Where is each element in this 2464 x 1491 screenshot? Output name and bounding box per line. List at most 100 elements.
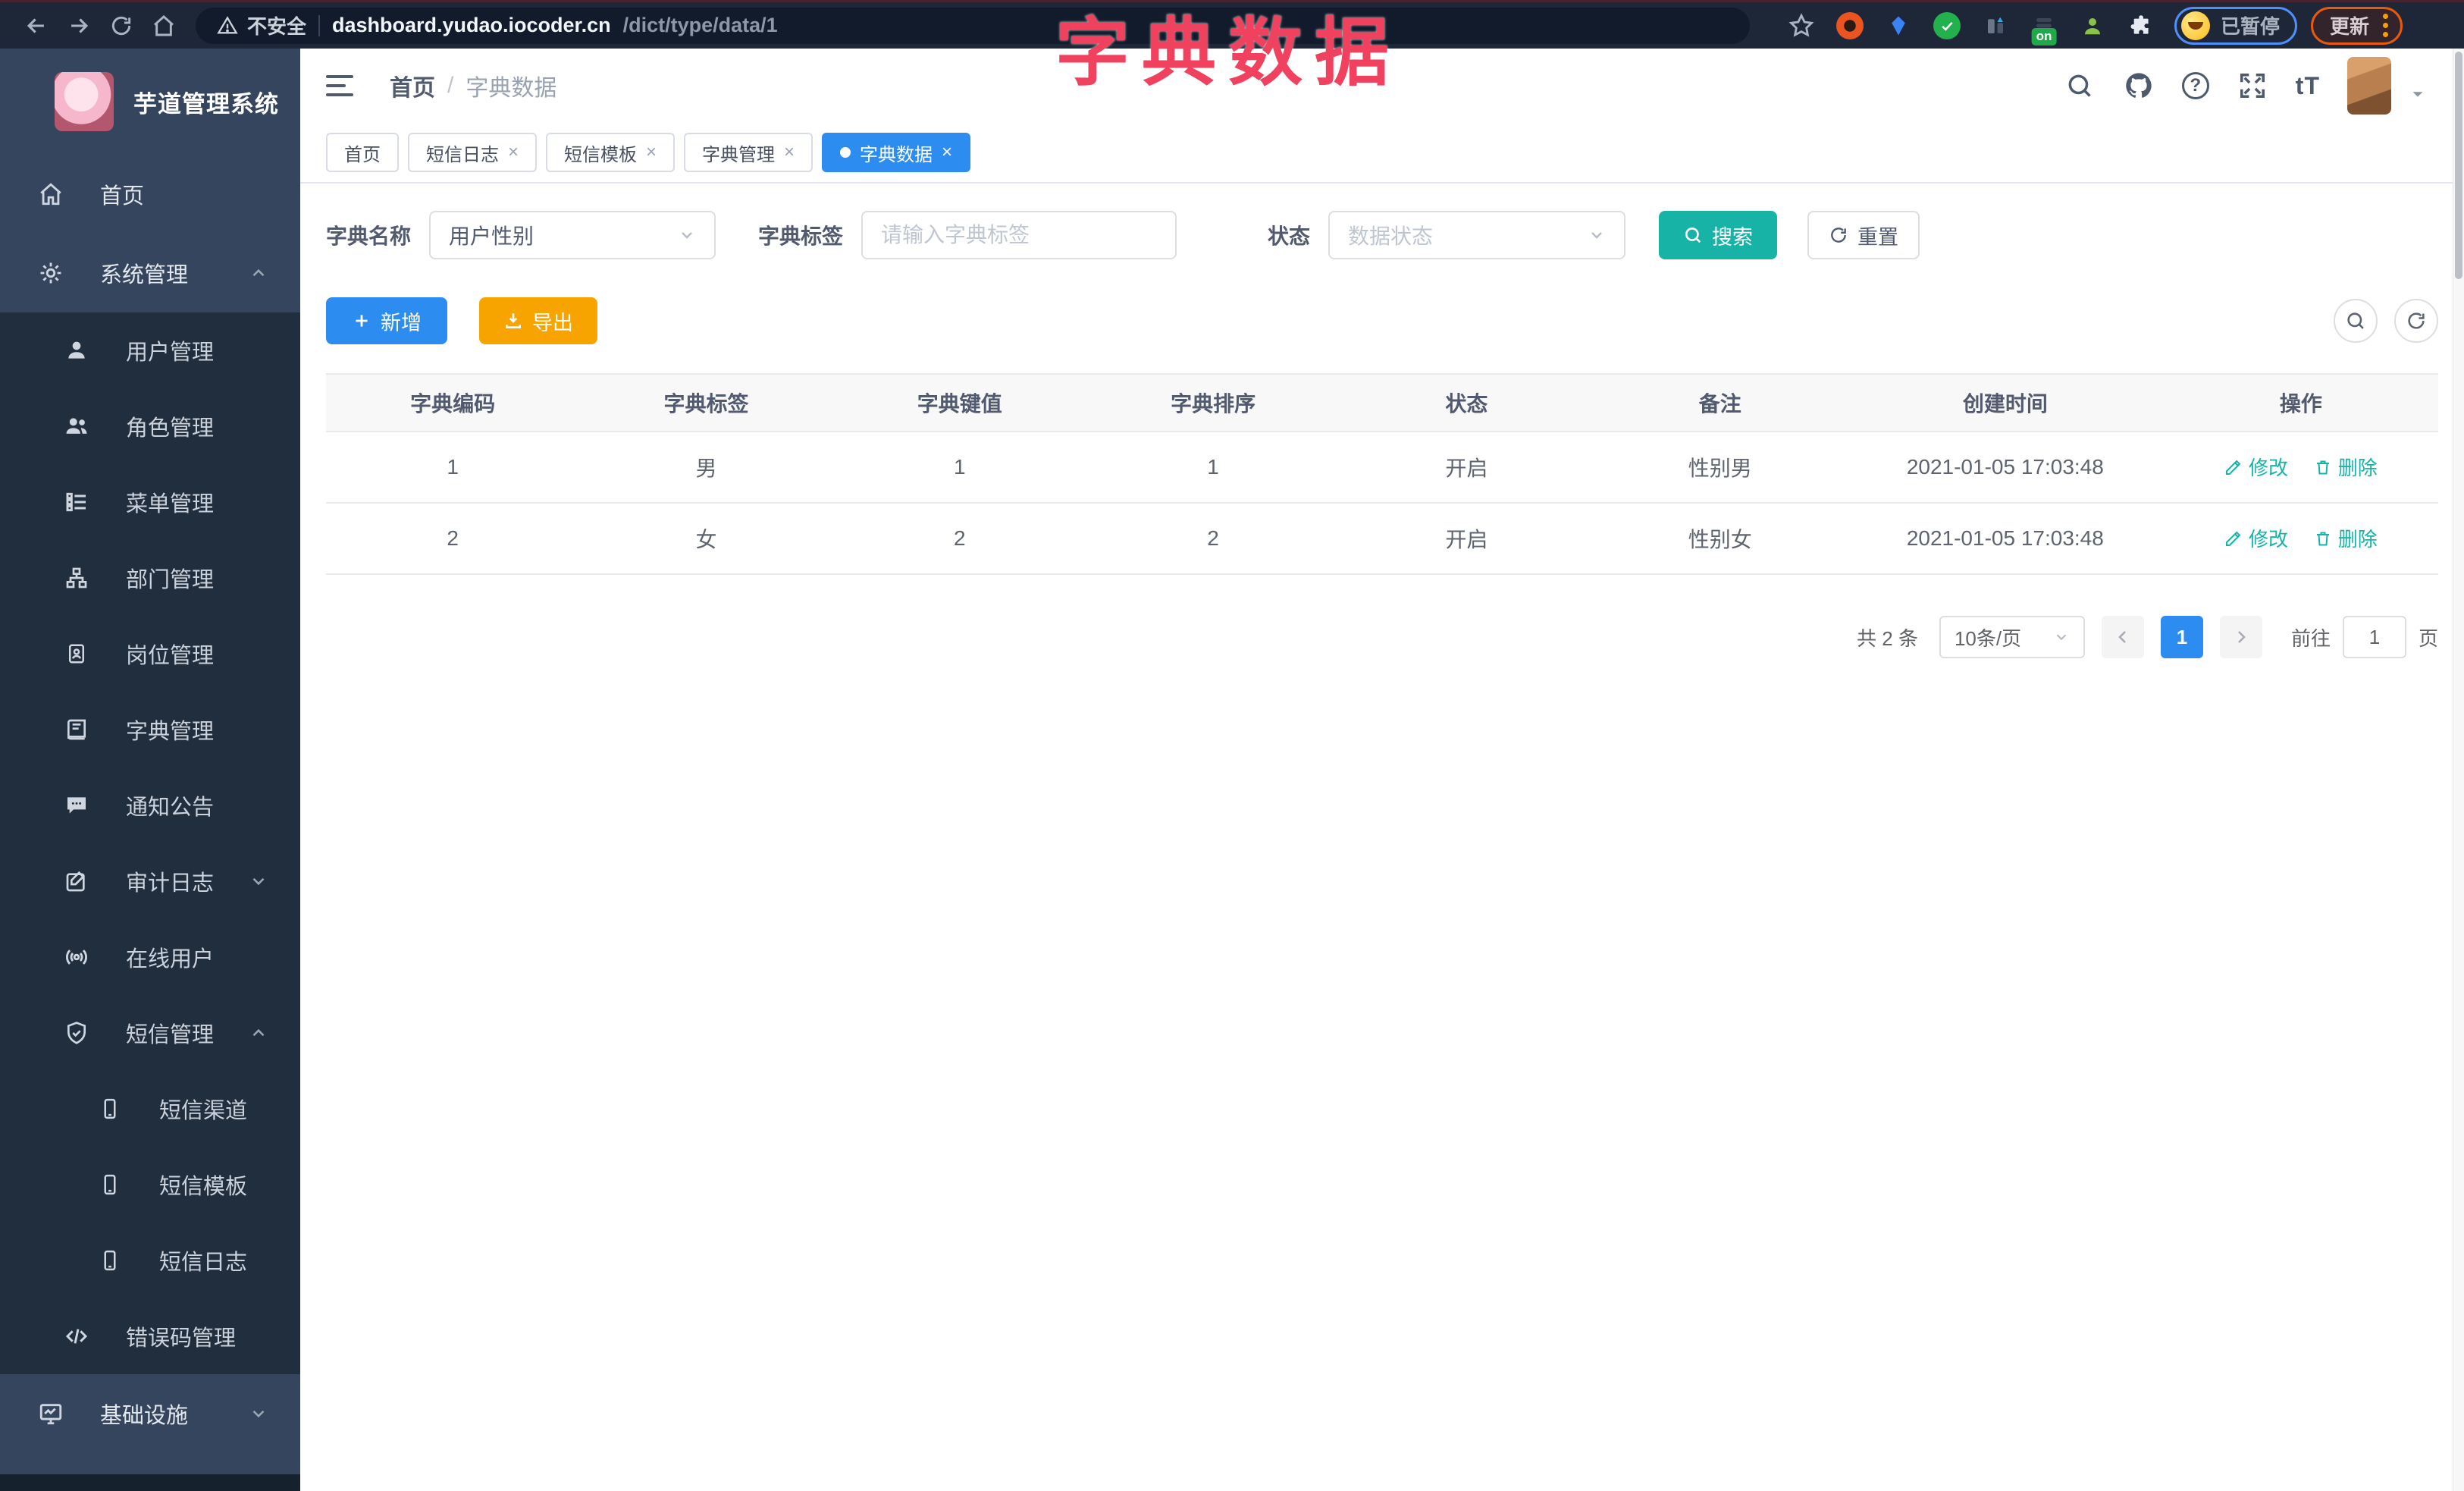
sidebar-item-home[interactable]: 首页	[0, 155, 300, 234]
close-icon[interactable]: ×	[784, 142, 795, 163]
goto-page-input[interactable]	[2342, 616, 2406, 658]
sidebar-item-notice[interactable]: 通知公告	[0, 767, 300, 843]
phone-icon	[96, 1246, 124, 1275]
sidebar-item-post-management[interactable]: 岗位管理	[0, 616, 300, 692]
col-actions: 操作	[2163, 373, 2438, 432]
sidebar-item-audit-log[interactable]: 审计日志	[0, 843, 300, 919]
scrollbar-thumb[interactable]	[2455, 52, 2462, 279]
breadcrumb-home[interactable]: 首页	[390, 69, 435, 102]
page-scrollbar[interactable]	[2453, 49, 2464, 1491]
chevron-down-icon	[249, 871, 268, 891]
refresh-icon[interactable]	[2394, 299, 2438, 343]
address-bar[interactable]: 不安全 dashboard.yudao.iocoder.cn/dict/type…	[196, 7, 1750, 44]
chevron-down-icon	[1588, 226, 1606, 244]
gear-icon	[36, 259, 65, 287]
sidebar-item-menu-management[interactable]: 菜单管理	[0, 464, 300, 540]
dict-label-input[interactable]	[881, 223, 1158, 247]
search-icon[interactable]	[2064, 70, 2096, 102]
browser-menu-dots-icon[interactable]	[2383, 14, 2389, 37]
toggle-search-icon[interactable]	[2334, 299, 2378, 343]
add-button[interactable]: 新增	[326, 297, 447, 344]
status-select[interactable]: 数据状态	[1328, 211, 1626, 259]
current-page[interactable]: 1	[2160, 616, 2203, 658]
menu-list-icon	[62, 488, 91, 516]
app-logo-row[interactable]: 芋道管理系统	[0, 49, 300, 155]
breadcrumb-current: 字典数据	[466, 76, 557, 101]
browser-profile-chip[interactable]: 已暂停	[2174, 6, 2298, 45]
dict-label-label: 字典标签	[758, 224, 844, 248]
tab-dict-data[interactable]: 字典数据 ×	[822, 133, 971, 172]
puzzle-extensions-icon[interactable]	[2124, 9, 2158, 42]
message-icon	[62, 791, 91, 820]
app-title: 芋道管理系统	[133, 90, 279, 118]
search-button[interactable]: 搜索	[1659, 211, 1778, 259]
sidebar-filler	[0, 1453, 300, 1474]
sidebar-item-system-management[interactable]: 系统管理	[0, 234, 300, 312]
delete-link[interactable]: 删除	[2314, 524, 2378, 552]
chevron-down-icon	[2053, 629, 2070, 645]
sidebar-item-user-management[interactable]: 用户管理	[0, 312, 300, 388]
next-page-icon[interactable]	[2219, 616, 2262, 658]
edit-link[interactable]: 修改	[2224, 524, 2288, 552]
tab-sms-template[interactable]: 短信模板 ×	[546, 133, 676, 172]
id-badge-icon	[62, 639, 91, 668]
sidebar-item-role-management[interactable]: 角色管理	[0, 388, 300, 464]
sidebar-item-infrastructure[interactable]: 基础设施	[0, 1374, 300, 1453]
tab-sms-log[interactable]: 短信日志 ×	[408, 133, 538, 172]
extension-green-check-icon[interactable]	[1930, 9, 1964, 42]
security-warning[interactable]: 不安全	[217, 11, 306, 39]
col-dict-code: 字典编码	[326, 373, 580, 432]
col-dict-label: 字典标签	[579, 373, 833, 432]
home-nav-icon[interactable]	[143, 8, 185, 44]
profile-avatar-emoji	[2181, 11, 2210, 40]
extension-person-icon[interactable]	[2076, 9, 2109, 42]
col-dict-value: 字典键值	[832, 373, 1086, 432]
reload-icon[interactable]	[100, 8, 143, 44]
close-icon[interactable]: ×	[508, 142, 519, 163]
chevron-up-icon	[249, 1023, 268, 1043]
prev-page-icon[interactable]	[2101, 616, 2144, 658]
active-tab-dot	[840, 147, 851, 158]
extension-on-badge-icon[interactable]: on	[2027, 9, 2061, 46]
main-area: 首页 / 字典数据 ? tT 首页 短信日志 × 短信模板 × 字典管理 × 字…	[300, 49, 2464, 1491]
sidebar-item-sms-template[interactable]: 短信模板	[0, 1147, 300, 1223]
sidebar-item-dict-management[interactable]: 字典管理	[0, 692, 300, 767]
close-icon[interactable]: ×	[646, 142, 657, 163]
extension-orange-icon[interactable]	[1833, 9, 1867, 42]
sidebar-item-sms-log[interactable]: 短信日志	[0, 1223, 300, 1298]
export-button[interactable]: 导出	[479, 297, 597, 344]
font-size-icon[interactable]: tT	[2296, 72, 2320, 100]
tab-dict-management[interactable]: 字典管理 ×	[684, 133, 813, 172]
avatar-caret-icon[interactable]	[2409, 86, 2426, 102]
collapse-sidebar-icon[interactable]	[326, 71, 359, 101]
page-size-select[interactable]: 10条/页	[1939, 616, 2085, 658]
sidebar-item-sms-management[interactable]: 短信管理	[0, 995, 300, 1071]
system-management-submenu: 用户管理 角色管理 菜单管理 部门管理 岗位管理 字典管理 通知公告 审计日志 …	[0, 312, 300, 1374]
extension-gem-icon[interactable]	[1882, 9, 1915, 42]
fullscreen-icon[interactable]	[2237, 70, 2268, 102]
goto-label: 前往	[2290, 626, 2331, 650]
phone-icon	[96, 1094, 124, 1123]
tab-home[interactable]: 首页	[326, 133, 399, 172]
user-avatar[interactable]	[2347, 57, 2391, 115]
extension-blue-icon[interactable]	[1979, 9, 2012, 42]
github-icon[interactable]	[2123, 70, 2155, 102]
header-icons: ? tT	[2064, 57, 2426, 115]
close-icon[interactable]: ×	[942, 142, 952, 163]
edit-link[interactable]: 修改	[2224, 453, 2288, 481]
chevron-down-icon	[678, 226, 696, 244]
sidebar-item-sms-channel[interactable]: 短信渠道	[0, 1071, 300, 1147]
delete-link[interactable]: 删除	[2314, 453, 2378, 481]
back-icon[interactable]	[15, 8, 58, 44]
url-path: /dict/type/data/1	[622, 14, 778, 36]
forward-icon[interactable]	[58, 8, 100, 44]
browser-update-button[interactable]: 更新	[2311, 6, 2403, 45]
bookmark-star-icon[interactable]	[1785, 9, 1818, 42]
sidebar-item-dept-management[interactable]: 部门管理	[0, 540, 300, 616]
reset-button[interactable]: 重置	[1807, 211, 1920, 259]
code-icon	[62, 1322, 91, 1351]
sidebar-item-error-code[interactable]: 错误码管理	[0, 1298, 300, 1374]
help-icon[interactable]: ?	[2181, 72, 2209, 99]
dict-name-select[interactable]: 用户性别	[429, 211, 716, 259]
sidebar-item-online-users[interactable]: 在线用户	[0, 919, 300, 995]
